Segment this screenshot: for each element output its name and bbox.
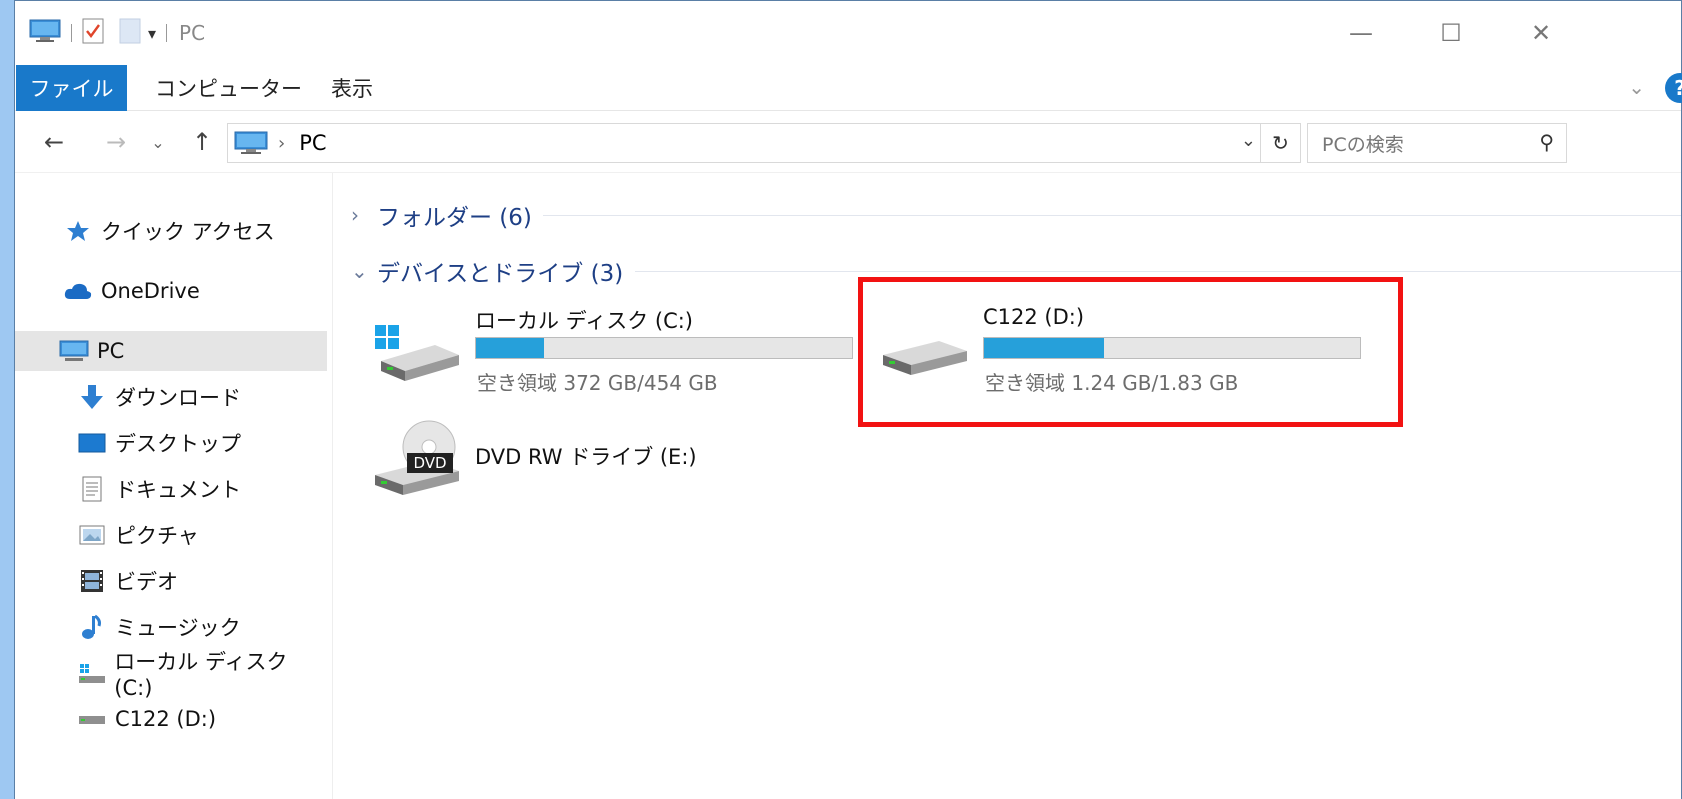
sidebar-item-music[interactable]: ミュージック bbox=[15, 607, 327, 647]
pictures-icon bbox=[77, 523, 107, 547]
sidebar-item-c122[interactable]: C122 (D:) bbox=[15, 699, 327, 739]
sidebar-item-quick-access[interactable]: クイック アクセス bbox=[15, 211, 327, 251]
breadcrumb-chevron-icon[interactable]: › bbox=[278, 133, 285, 154]
drive-usage-bar bbox=[475, 337, 853, 359]
drive-name: ローカル ディスク (C:) bbox=[475, 309, 694, 333]
drive-usage-fill bbox=[984, 338, 1105, 358]
forward-arrow-icon: → bbox=[105, 128, 127, 156]
sidebar-item-label: ローカル ディスク (C:) bbox=[114, 650, 288, 700]
sidebar-item-label: C122 (D:) bbox=[115, 707, 217, 731]
windows-drive-icon bbox=[373, 323, 463, 387]
drive-usage-bar bbox=[983, 337, 1361, 359]
group-header-folders[interactable]: › フォルダー (6) bbox=[351, 197, 532, 233]
tab-file[interactable]: ファイル bbox=[16, 65, 127, 111]
group-header-devices[interactable]: ⌄ デバイスとドライブ (3) bbox=[351, 253, 623, 289]
drive-name: DVD RW ドライブ (E:) bbox=[475, 445, 697, 469]
sidebar-item-label: PC bbox=[97, 339, 125, 363]
address-bar[interactable]: › PC ⌄ ↻ bbox=[227, 123, 1301, 163]
search-input[interactable]: PCの検索 bbox=[1322, 130, 1404, 157]
forward-button[interactable]: → bbox=[99, 125, 133, 159]
refresh-button[interactable]: ↻ bbox=[1260, 124, 1300, 162]
sidebar-item-label: クイック アクセス bbox=[101, 220, 275, 244]
star-icon bbox=[63, 219, 93, 243]
sidebar-item-documents[interactable]: ドキュメント bbox=[15, 469, 327, 509]
sidebar-item-label: ダウンロード bbox=[115, 386, 241, 410]
dvd-drive-icon: DVD bbox=[373, 419, 463, 503]
desktop-icon bbox=[77, 431, 107, 455]
group-label: デバイスとドライブ (3) bbox=[377, 261, 624, 287]
computer-icon bbox=[29, 18, 61, 48]
sidebar-item-pc[interactable]: PC bbox=[15, 331, 327, 371]
sidebar-item-label: デスクトップ bbox=[115, 432, 241, 456]
content-pane: › フォルダー (6) ⌄ デバイスとドライブ (3) ローカル ディスク (C… bbox=[333, 173, 1681, 799]
back-button[interactable]: ← bbox=[37, 125, 71, 159]
refresh-icon: ↻ bbox=[1272, 131, 1289, 155]
sidebar-item-local-disk[interactable]: ローカル ディスク (C:) bbox=[15, 650, 327, 700]
sidebar-item-label: OneDrive bbox=[101, 279, 200, 303]
drive-name: C122 (D:) bbox=[983, 305, 1085, 329]
qat-dropdown-icon[interactable]: ▾ bbox=[148, 24, 156, 43]
search-icon[interactable]: ⚲ bbox=[1539, 130, 1554, 154]
navigation-pane: クイック アクセス OneDrive PC ダウンロード デスクトップ ドキュメ… bbox=[15, 173, 333, 799]
sidebar-item-desktop[interactable]: デスクトップ bbox=[15, 423, 327, 463]
help-button[interactable]: ? bbox=[1665, 73, 1682, 103]
sidebar-item-downloads[interactable]: ダウンロード bbox=[15, 377, 327, 417]
sidebar-item-label: ミュージック bbox=[115, 616, 241, 640]
up-button[interactable]: ↑ bbox=[187, 125, 217, 159]
minimize-icon: — bbox=[1349, 19, 1373, 47]
drive-tile-c[interactable]: ローカル ディスク (C:) 空き領域 372 GB/454 GB bbox=[373, 303, 853, 395]
new-folder-icon[interactable] bbox=[118, 17, 142, 49]
chevron-right-icon: › bbox=[351, 203, 359, 227]
drive-icon bbox=[881, 339, 971, 383]
group-divider bbox=[543, 215, 1681, 216]
group-divider bbox=[635, 271, 1681, 272]
sidebar-item-label: ドキュメント bbox=[115, 478, 241, 502]
minimize-button[interactable]: — bbox=[1331, 15, 1391, 51]
search-box[interactable]: PCの検索 ⚲ bbox=[1307, 123, 1567, 163]
drive-free-space: 空き領域 1.24 GB/1.83 GB bbox=[985, 371, 1239, 395]
chevron-down-icon: ⌄ bbox=[151, 132, 165, 152]
chevron-down-icon: ⌄ bbox=[351, 259, 368, 283]
close-button[interactable]: ✕ bbox=[1511, 15, 1571, 51]
video-icon bbox=[77, 569, 107, 593]
sidebar-item-onedrive[interactable]: OneDrive bbox=[15, 271, 327, 311]
up-arrow-icon: ↑ bbox=[191, 128, 213, 156]
tab-computer[interactable]: コンピューター bbox=[155, 65, 302, 111]
close-icon: ✕ bbox=[1530, 19, 1552, 47]
drive-free-space: 空き領域 372 GB/454 GB bbox=[477, 371, 718, 395]
breadcrumb-pc[interactable]: PC bbox=[299, 131, 326, 155]
title-bar: ▾ PC — ☐ ✕ bbox=[15, 1, 1681, 65]
drive-icon bbox=[77, 707, 107, 731]
recent-locations-button[interactable]: ⌄ bbox=[147, 125, 169, 159]
tab-view[interactable]: 表示 bbox=[331, 65, 373, 111]
back-arrow-icon: ← bbox=[43, 128, 65, 156]
maximize-icon: ☐ bbox=[1440, 19, 1462, 47]
document-icon bbox=[77, 476, 107, 502]
group-label: フォルダー (6) bbox=[377, 205, 532, 231]
download-icon bbox=[77, 385, 107, 409]
ribbon-expand-icon[interactable]: ⌄ bbox=[1628, 75, 1645, 99]
window-title: PC bbox=[179, 21, 206, 45]
drive-tile-e[interactable]: DVD DVD RW ドライブ (E:) bbox=[373, 413, 853, 503]
sidebar-item-videos[interactable]: ビデオ bbox=[15, 561, 327, 601]
properties-icon[interactable] bbox=[82, 18, 104, 48]
cloud-icon bbox=[63, 279, 93, 303]
quick-access-toolbar: ▾ PC bbox=[29, 17, 206, 49]
local-disk-icon bbox=[77, 661, 106, 685]
explorer-window: ▾ PC — ☐ ✕ ファイル コンピューター 表示 ⌄ ? ← → ⌄ ↑ ›… bbox=[14, 0, 1682, 799]
sidebar-item-pictures[interactable]: ピクチャ bbox=[15, 515, 327, 555]
navigation-bar: ← → ⌄ ↑ › PC ⌄ ↻ PCの検索 ⚲ bbox=[15, 111, 1681, 173]
computer-icon bbox=[234, 130, 268, 156]
dvd-label: DVD bbox=[413, 454, 446, 472]
computer-icon bbox=[59, 339, 89, 363]
drive-tile-d[interactable]: C122 (D:) 空き領域 1.24 GB/1.83 GB bbox=[881, 303, 1361, 395]
ribbon: ファイル コンピューター 表示 ⌄ ? bbox=[15, 65, 1682, 111]
maximize-button[interactable]: ☐ bbox=[1421, 15, 1481, 51]
sidebar-item-label: ピクチャ bbox=[115, 524, 199, 548]
address-dropdown-icon[interactable]: ⌄ bbox=[1241, 130, 1256, 151]
music-icon bbox=[77, 614, 107, 639]
drive-usage-fill bbox=[476, 338, 544, 358]
sidebar-item-label: ビデオ bbox=[115, 570, 178, 594]
